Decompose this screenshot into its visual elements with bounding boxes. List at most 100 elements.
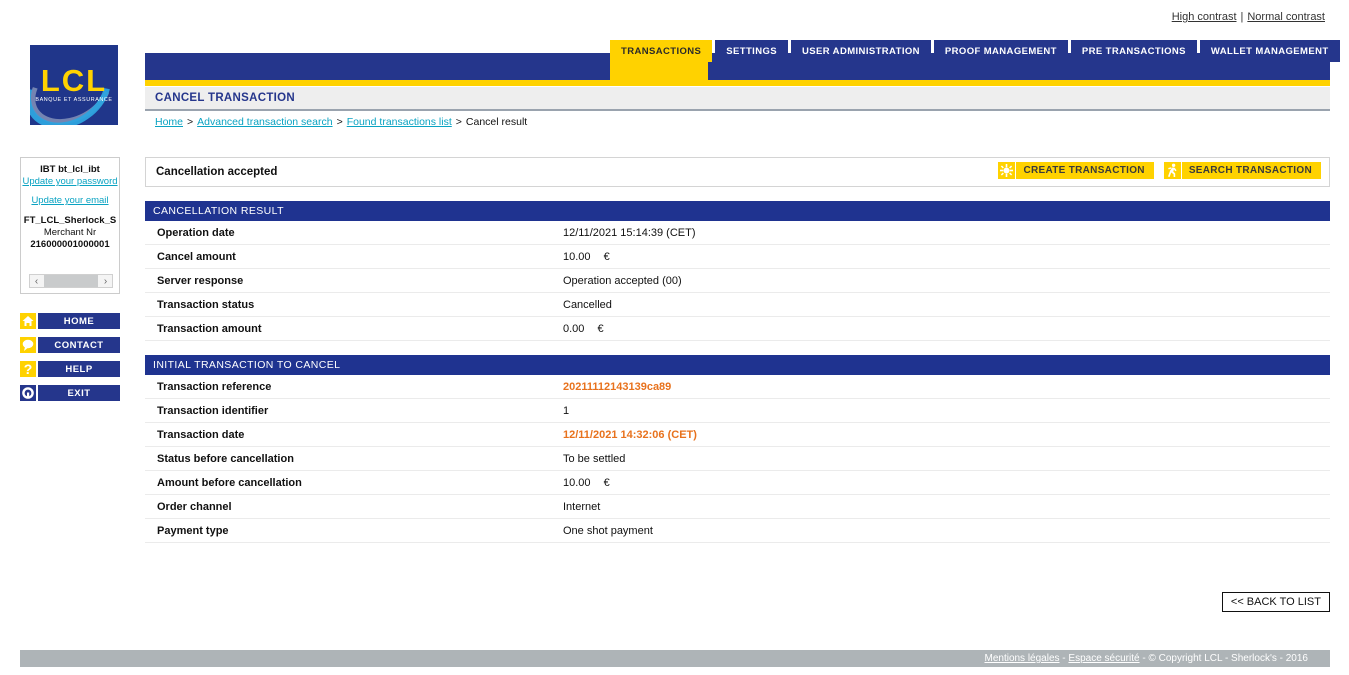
row-value-text: 12/11/2021 15:14:39 (CET) xyxy=(563,226,696,239)
contrast-separator: | xyxy=(1240,11,1244,23)
status-message: Cancellation accepted xyxy=(156,166,278,178)
logo-wordmark: LCL xyxy=(40,63,108,98)
footer-copyright: - © Copyright LCL - Sherlock's - 2016 xyxy=(1139,653,1308,664)
tab-user-administration[interactable]: USER ADMINISTRATION xyxy=(791,40,931,62)
tab-pre-transactions[interactable]: PRE TRANSACTIONS xyxy=(1070,40,1197,62)
sidebar-item-home[interactable]: HOME xyxy=(20,313,120,329)
breadcrumb-separator: > xyxy=(336,116,343,128)
create-transaction-button[interactable]: CREATE TRANSACTION xyxy=(998,162,1154,179)
row-value: One shot payment xyxy=(563,525,653,537)
row-value-text: 10.00 xyxy=(563,250,591,263)
table-row: Status before cancellation To be settled xyxy=(145,447,1330,471)
table-row: Transaction identifier 1 xyxy=(145,399,1330,423)
sidebar-item-exit[interactable]: EXIT xyxy=(20,385,120,401)
row-label: Transaction identifier xyxy=(157,404,269,417)
row-value: Operation accepted (00) xyxy=(563,275,682,287)
user-account-label: IBT bt_lcl_ibt xyxy=(40,164,100,175)
create-transaction-label: CREATE TRANSACTION xyxy=(1015,162,1153,179)
main-navigation-tabs: TRANSACTIONS SETTINGS USER ADMINISTRATIO… xyxy=(610,40,1340,62)
row-label: Operation date xyxy=(157,226,235,239)
security-area-link[interactable]: Espace sécurité xyxy=(1068,653,1139,664)
legal-notice-link[interactable]: Mentions légales xyxy=(984,653,1059,664)
currency-symbol: € xyxy=(603,250,610,263)
sidebar-navigation: HOME CONTACT ? HELP EXIT xyxy=(20,313,120,409)
table-row: Payment type One shot payment xyxy=(145,519,1330,543)
row-value-text: 20211112143139ca89 xyxy=(563,380,672,393)
footer-text: Mentions légales - Espace sécurité - © C… xyxy=(984,653,1308,664)
svg-text:?: ? xyxy=(24,361,33,377)
row-value-text: 1 xyxy=(563,404,570,417)
currency-symbol: € xyxy=(597,322,604,335)
currency-symbol: € xyxy=(603,476,610,489)
scroll-right-arrow-icon[interactable]: › xyxy=(99,276,112,287)
row-value-text: One shot payment xyxy=(563,524,653,537)
contrast-toggle-bar: High contrast | Normal contrast xyxy=(1172,11,1325,23)
breadcrumb-separator: > xyxy=(455,116,462,128)
row-label: Status before cancellation xyxy=(157,452,294,465)
row-value: 20211112143139ca89 xyxy=(563,381,671,393)
row-value-text: Operation accepted (00) xyxy=(563,274,682,287)
power-exit-icon xyxy=(20,385,36,401)
speech-bubble-icon xyxy=(20,337,36,353)
row-value: 1 xyxy=(563,405,569,417)
initial-transaction-header: INITIAL TRANSACTION TO CANCEL xyxy=(145,355,1330,375)
update-email-link[interactable]: Update your email xyxy=(21,195,119,207)
header-yellow-rule xyxy=(145,80,1330,86)
row-value: 10.00 € xyxy=(563,477,610,489)
page-title-bar: CANCEL TRANSACTION xyxy=(145,87,1330,111)
running-person-icon xyxy=(1164,162,1181,179)
user-info-panel: IBT bt_lcl_ibt Update your password Upda… xyxy=(20,157,120,294)
table-row: Amount before cancellation 10.00 € xyxy=(145,471,1330,495)
tab-transactions[interactable]: TRANSACTIONS xyxy=(610,40,713,62)
sidebar-item-help[interactable]: ? HELP xyxy=(20,361,120,377)
tab-proof-management[interactable]: PROOF MANAGEMENT xyxy=(933,40,1068,62)
cancellation-result-header: CANCELLATION RESULT xyxy=(145,201,1330,221)
user-panel-horizontal-scrollbar[interactable]: ‹ › xyxy=(29,274,113,288)
row-label: Transaction status xyxy=(157,298,255,311)
breadcrumb-item-home[interactable]: Home xyxy=(155,116,183,128)
table-row: Order channel Internet xyxy=(145,495,1330,519)
row-value: 12/11/2021 14:32:06 (CET) xyxy=(563,429,697,441)
normal-contrast-link[interactable]: Normal contrast xyxy=(1247,11,1325,23)
row-label: Transaction reference xyxy=(157,380,272,393)
row-value: To be settled xyxy=(563,453,625,465)
breadcrumb-separator: > xyxy=(187,116,194,128)
row-label: Order channel xyxy=(157,500,232,513)
sidebar-item-exit-label: EXIT xyxy=(38,385,120,401)
row-value: Cancelled xyxy=(563,299,612,311)
search-transaction-button[interactable]: SEARCH TRANSACTION xyxy=(1163,162,1321,179)
back-to-list-button[interactable]: << BACK TO LIST xyxy=(1221,592,1330,612)
high-contrast-link[interactable]: High contrast xyxy=(1172,11,1237,23)
table-row: Transaction date 12/11/2021 14:32:06 (CE… xyxy=(145,423,1330,447)
table-row: Transaction amount 0.00 € xyxy=(145,317,1330,341)
active-tab-tail xyxy=(610,62,708,80)
logo-tagline: BANQUE ET ASSURANCE xyxy=(35,97,113,103)
back-button-row: << BACK TO LIST xyxy=(145,592,1330,612)
initial-transaction-section: INITIAL TRANSACTION TO CANCEL Transactio… xyxy=(145,355,1330,543)
lcl-logo[interactable]: LCL BANQUE ET ASSURANCE xyxy=(30,45,118,125)
sidebar-item-contact-label: CONTACT xyxy=(38,337,120,353)
cancellation-result-section: CANCELLATION RESULT Operation date 12/11… xyxy=(145,201,1330,341)
scroll-left-arrow-icon[interactable]: ‹ xyxy=(30,276,43,287)
breadcrumb-item-advanced-transaction-search[interactable]: Advanced transaction search xyxy=(197,116,332,128)
tab-wallet-management[interactable]: WALLET MANAGEMENT xyxy=(1199,40,1340,62)
breadcrumb-item-found-transactions-list[interactable]: Found transactions list xyxy=(347,116,452,128)
update-password-link[interactable]: Update your password xyxy=(21,176,119,188)
action-buttons: CREATE TRANSACTION SEARCH TRANSACTION xyxy=(998,162,1321,179)
table-row: Transaction status Cancelled xyxy=(145,293,1330,317)
starburst-icon xyxy=(998,162,1015,179)
tab-settings[interactable]: SETTINGS xyxy=(715,40,788,62)
table-row: Operation date 12/11/2021 15:14:39 (CET) xyxy=(145,221,1330,245)
row-value-text: To be settled xyxy=(563,452,626,465)
sidebar-item-contact[interactable]: CONTACT xyxy=(20,337,120,353)
breadcrumb: Home > Advanced transaction search > Fou… xyxy=(155,116,527,128)
merchant-nr-label: Merchant Nr xyxy=(43,227,97,238)
question-mark-icon: ? xyxy=(20,361,36,377)
scrollbar-thumb[interactable] xyxy=(44,275,98,287)
row-value-text: Internet xyxy=(563,500,601,513)
page-title: CANCEL TRANSACTION xyxy=(155,92,295,104)
row-value: 12/11/2021 15:14:39 (CET) xyxy=(563,227,696,239)
row-value-text: 10.00 xyxy=(563,476,591,489)
status-message-bar: Cancellation accepted CREATE TRANSACTION… xyxy=(145,157,1330,187)
